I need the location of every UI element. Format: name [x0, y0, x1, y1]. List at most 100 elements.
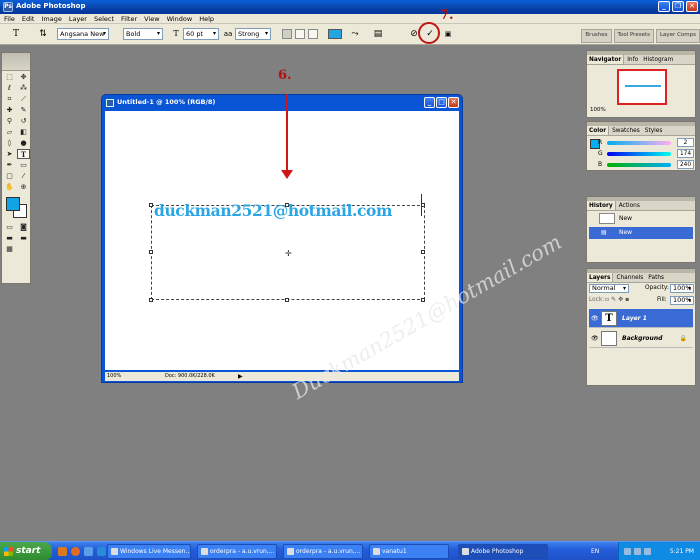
zoom-tool-icon[interactable]: ⊕: [17, 182, 30, 192]
slice-tool-icon[interactable]: ⟋: [17, 94, 30, 104]
lock-icons[interactable]: ▫✎✥▪: [605, 296, 631, 303]
taskbar-item[interactable]: orderpra - a.u.vrun,...: [197, 544, 277, 559]
file-browser-icon[interactable]: ▣: [442, 28, 454, 40]
doc-maximize-button[interactable]: □: [436, 97, 447, 108]
type-tool-preset-icon[interactable]: T: [10, 28, 22, 40]
menu-window[interactable]: Window: [167, 14, 193, 23]
language-indicator[interactable]: EN: [591, 542, 599, 560]
history-state[interactable]: ▤ New: [589, 227, 693, 239]
palettes-icon[interactable]: ▤: [372, 28, 384, 40]
menu-layer[interactable]: Layer: [69, 14, 87, 23]
bbox-handle[interactable]: [421, 298, 425, 302]
eyedropper-tool-icon[interactable]: ⁄: [17, 171, 30, 181]
jump-to-imageready-icon[interactable]: ▦: [3, 244, 16, 254]
move-tool-icon[interactable]: ✥: [17, 72, 30, 82]
slider-g[interactable]: [607, 152, 671, 156]
bbox-handle[interactable]: [149, 203, 153, 207]
palette-tab-tool-presets[interactable]: Tool Presets: [613, 29, 654, 43]
tray-icon[interactable]: [624, 548, 631, 555]
text-orientation-icon[interactable]: ⇅: [37, 28, 49, 40]
navigator-zoom[interactable]: 100%: [590, 107, 606, 113]
foreground-color-swatch[interactable]: [6, 197, 20, 211]
bbox-handle[interactable]: [285, 298, 289, 302]
value-g[interactable]: 174: [677, 149, 694, 158]
doc-zoom-level[interactable]: 100%: [107, 372, 121, 381]
fill-field[interactable]: 100%: [670, 296, 694, 305]
tab-histogram[interactable]: Histogram: [641, 55, 675, 64]
pen-tool-icon[interactable]: ✒: [3, 160, 16, 170]
palette-tab-brushes[interactable]: Brushes: [581, 29, 612, 43]
start-button[interactable]: start: [0, 542, 52, 560]
layer-row[interactable]: 👁 Background 🔒: [589, 329, 693, 348]
text-color-swatch[interactable]: [328, 29, 342, 39]
bbox-handle[interactable]: [421, 250, 425, 254]
value-b[interactable]: 240: [677, 160, 694, 169]
font-size-select[interactable]: 60 pt: [183, 28, 219, 40]
font-style-select[interactable]: Bold: [123, 28, 163, 40]
tab-info[interactable]: Info: [625, 55, 640, 64]
dodge-tool-icon[interactable]: ●: [17, 138, 30, 148]
taskbar-item[interactable]: Adobe Photoshop: [458, 544, 548, 559]
taskbar-item[interactable]: vanatu1: [369, 544, 449, 559]
blur-tool-icon[interactable]: ◊: [3, 138, 16, 148]
minimize-button[interactable]: _: [658, 1, 670, 12]
magic-wand-tool-icon[interactable]: ⁂: [17, 83, 30, 93]
quick-mask-icon[interactable]: ◙: [17, 222, 30, 232]
tab-layers[interactable]: Layers: [587, 273, 614, 282]
quicklaunch-icon[interactable]: [84, 547, 93, 556]
menu-select[interactable]: Select: [94, 14, 114, 23]
doc-minimize-button[interactable]: _: [424, 97, 435, 108]
status-menu-arrow-icon[interactable]: ▶: [238, 372, 243, 381]
tab-swatches[interactable]: Swatches: [610, 126, 642, 135]
align-left-button[interactable]: [282, 29, 292, 39]
firefox-icon[interactable]: [71, 547, 80, 556]
menu-image[interactable]: Image: [41, 14, 61, 23]
tab-paths[interactable]: Paths: [646, 273, 666, 282]
bbox-handle[interactable]: [149, 298, 153, 302]
visibility-eye-icon[interactable]: 👁: [591, 309, 599, 328]
history-snapshot[interactable]: New: [589, 213, 693, 225]
tray-icon[interactable]: [634, 548, 641, 555]
eraser-tool-icon[interactable]: ▱: [3, 127, 16, 137]
menu-view[interactable]: View: [144, 14, 159, 23]
brush-tool-icon[interactable]: ✎: [17, 105, 30, 115]
notes-tool-icon[interactable]: ▢: [3, 171, 16, 181]
crop-tool-icon[interactable]: ⌗: [3, 94, 16, 104]
shape-tool-icon[interactable]: ▭: [17, 160, 30, 170]
menu-edit[interactable]: Edit: [22, 14, 35, 23]
navigator-preview[interactable]: [617, 69, 667, 105]
gradient-tool-icon[interactable]: ◧: [17, 127, 30, 137]
align-center-button[interactable]: [295, 29, 305, 39]
tab-color[interactable]: Color: [587, 126, 610, 135]
tab-actions[interactable]: Actions: [617, 201, 642, 210]
restore-button[interactable]: ❐: [672, 1, 684, 12]
healing-brush-tool-icon[interactable]: ✚: [3, 105, 16, 115]
warp-text-icon[interactable]: ⤳: [349, 28, 361, 40]
quicklaunch-icon[interactable]: [97, 547, 106, 556]
align-right-button[interactable]: [308, 29, 318, 39]
tab-styles[interactable]: Styles: [643, 126, 665, 135]
lasso-tool-icon[interactable]: ℓ: [3, 83, 16, 93]
font-family-select[interactable]: Angsana New: [57, 28, 109, 40]
screen-mode-full-icon[interactable]: ▬: [17, 233, 30, 243]
type-tool-icon[interactable]: T: [17, 149, 30, 159]
marquee-tool-icon[interactable]: ⬚: [3, 72, 16, 82]
slider-r[interactable]: [607, 141, 671, 145]
value-r[interactable]: 2: [677, 138, 694, 147]
antialias-select[interactable]: Strong: [235, 28, 271, 40]
history-brush-tool-icon[interactable]: ↺: [17, 116, 30, 126]
tab-history[interactable]: History: [587, 201, 616, 210]
tab-navigator[interactable]: Navigator: [587, 55, 625, 64]
palette-tab-layer-comps[interactable]: Layer Comps: [655, 29, 700, 43]
text-layer-content[interactable]: duckman2521@hotmail.com: [154, 201, 392, 220]
taskbar-item[interactable]: orderpra - a.u.vrun,...: [283, 544, 363, 559]
menu-filter[interactable]: Filter: [121, 14, 137, 23]
close-button[interactable]: ✕: [686, 1, 698, 12]
menu-help[interactable]: Help: [199, 14, 214, 23]
tab-channels[interactable]: Channels: [614, 273, 645, 282]
quicklaunch-icon[interactable]: [58, 547, 67, 556]
screen-mode-standard-icon[interactable]: ▬: [3, 233, 16, 243]
clone-stamp-tool-icon[interactable]: ⚲: [3, 116, 16, 126]
doc-close-button[interactable]: ✕: [448, 97, 459, 108]
opacity-field[interactable]: 100%: [670, 284, 694, 293]
